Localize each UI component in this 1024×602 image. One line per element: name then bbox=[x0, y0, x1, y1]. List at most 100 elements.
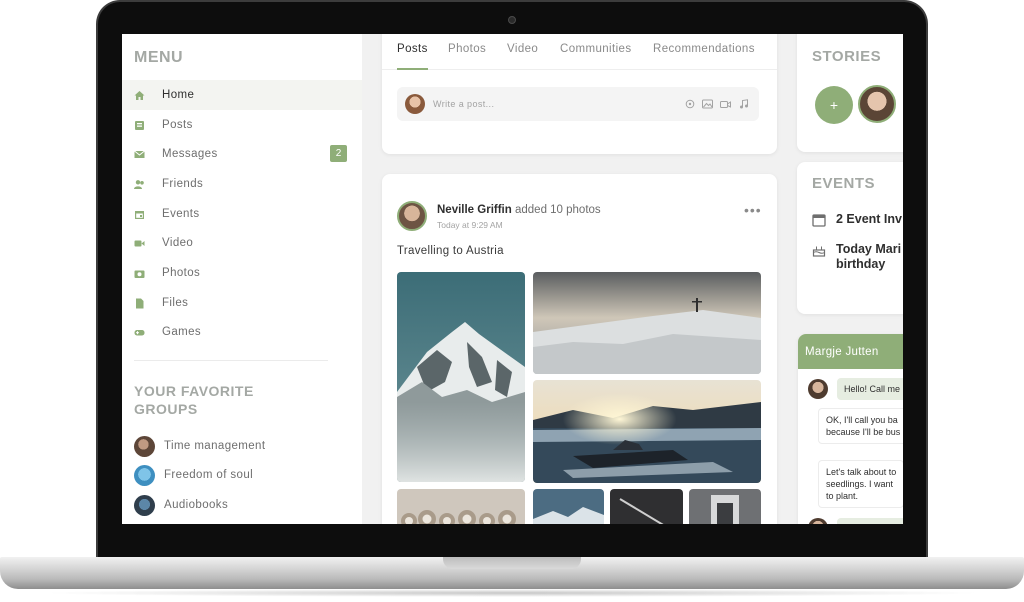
event-text-line: birthday bbox=[836, 257, 886, 271]
post-photo[interactable] bbox=[397, 489, 525, 524]
sidebar-item-label: Events bbox=[162, 208, 200, 220]
laptop-shadow bbox=[40, 589, 984, 597]
sidebar-item-label: Video bbox=[162, 237, 194, 249]
composer-tools bbox=[684, 99, 749, 110]
author-name[interactable]: Neville Griffin bbox=[437, 204, 512, 216]
mail-icon bbox=[134, 149, 145, 160]
groups-title: YOUR FAVORITE GROUPS bbox=[134, 383, 254, 417]
message-line: Let's talk about to bbox=[826, 467, 897, 477]
group-label: Audiobooks bbox=[164, 499, 229, 511]
video-camera-icon[interactable] bbox=[720, 99, 731, 110]
post-composer[interactable]: Write a post... bbox=[397, 87, 759, 121]
tab-communities[interactable]: Communities bbox=[560, 34, 632, 70]
post-author: Neville Griffin added 10 photos bbox=[437, 204, 601, 216]
tab-posts[interactable]: Posts bbox=[397, 34, 428, 70]
sidebar-item-label: Photos bbox=[162, 267, 201, 279]
sidebar-item-label: Messages bbox=[162, 148, 218, 160]
post-photo[interactable] bbox=[533, 272, 761, 374]
menu-title: MENU bbox=[134, 49, 184, 66]
stories-title: STORIES bbox=[812, 48, 882, 65]
message-line: to plant. bbox=[826, 491, 859, 501]
post-photo[interactable] bbox=[610, 489, 683, 524]
sidebar-item-files[interactable]: Files bbox=[122, 288, 362, 318]
avatar bbox=[405, 94, 425, 114]
post-photo[interactable] bbox=[533, 489, 604, 524]
location-icon[interactable] bbox=[684, 99, 695, 110]
events-card: EVENTS 2 Event Inv Today Mari birthday bbox=[797, 162, 903, 314]
video-icon bbox=[134, 238, 145, 249]
app-screen: MENU Home Posts Messages 2 Friends Event… bbox=[122, 34, 903, 524]
sidebar-item-games[interactable]: Games bbox=[122, 317, 362, 347]
gamepad-icon bbox=[134, 327, 145, 338]
message-line: Hello! Call me bbox=[844, 384, 901, 394]
friends-icon bbox=[134, 179, 145, 190]
group-avatar bbox=[134, 435, 155, 457]
sidebar-item-photos[interactable]: Photos bbox=[122, 258, 362, 288]
tab-photos[interactable]: Photos bbox=[448, 34, 486, 70]
unread-badge: 2 bbox=[330, 145, 347, 162]
chat-message-partial bbox=[837, 518, 903, 524]
laptop-notch bbox=[443, 557, 581, 569]
post-photo[interactable] bbox=[533, 380, 761, 483]
group-avatar bbox=[134, 494, 155, 516]
tab-recommendations[interactable]: Recommendations bbox=[653, 34, 755, 70]
chat-message: Let's talk about to seedlings. I want to… bbox=[818, 460, 903, 508]
file-icon bbox=[134, 298, 145, 309]
message-line: OK, I'll call you ba bbox=[826, 415, 898, 425]
music-icon[interactable] bbox=[738, 99, 749, 110]
message-line: seedlings. I want bbox=[826, 479, 894, 489]
sidebar-item-events[interactable]: Events bbox=[122, 199, 362, 229]
sidebar-item-video[interactable]: Video bbox=[122, 228, 362, 258]
group-item-time-management[interactable]: Time management bbox=[134, 435, 265, 457]
post-text: Travelling to Austria bbox=[397, 245, 504, 257]
tab-video[interactable]: Video bbox=[507, 34, 538, 70]
camera-icon bbox=[508, 16, 516, 24]
camera-icon bbox=[134, 268, 145, 279]
post-action: added 10 photos bbox=[514, 204, 601, 216]
post-photo[interactable] bbox=[689, 489, 761, 524]
posts-icon bbox=[134, 120, 145, 131]
post-card: Neville Griffin added 10 photos Today at… bbox=[382, 174, 777, 524]
add-story-button[interactable]: + bbox=[815, 86, 853, 124]
sidebar-item-friends[interactable]: Friends bbox=[122, 169, 362, 199]
chat-window: Margje Jutten Hello! Call me OK, I'll ca… bbox=[798, 334, 903, 524]
group-label: Freedom of soul bbox=[164, 469, 254, 481]
event-item[interactable]: Today Mari birthday bbox=[812, 242, 901, 272]
avatar bbox=[808, 518, 828, 524]
sidebar-item-label: Files bbox=[162, 297, 189, 309]
event-text: 2 Event Inv bbox=[836, 212, 902, 226]
story-avatar[interactable] bbox=[858, 85, 896, 123]
post-input[interactable]: Write a post... bbox=[433, 99, 684, 109]
event-text: Today Mari birthday bbox=[836, 242, 901, 272]
sidebar-item-label: Friends bbox=[162, 178, 204, 190]
post-timestamp: Today at 9:29 AM bbox=[437, 220, 503, 230]
more-options-icon[interactable]: ••• bbox=[744, 202, 762, 218]
sidebar-item-label: Games bbox=[162, 326, 202, 338]
sidebar-item-label: Posts bbox=[162, 119, 193, 131]
event-text-line: Today Mari bbox=[836, 242, 902, 256]
message-line: because I'll be bus bbox=[826, 427, 901, 437]
events-title: EVENTS bbox=[812, 175, 876, 192]
event-item[interactable]: 2 Event Inv bbox=[812, 212, 902, 227]
group-item-audiobooks[interactable]: Audiobooks bbox=[134, 494, 228, 516]
calendar-icon bbox=[812, 213, 826, 227]
menu-divider bbox=[134, 360, 328, 361]
image-icon[interactable] bbox=[702, 99, 713, 110]
sidebar-item-posts[interactable]: Posts bbox=[122, 110, 362, 140]
avatar bbox=[808, 379, 828, 399]
cake-icon bbox=[812, 243, 826, 257]
chat-message: OK, I'll call you ba because I'll be bus bbox=[818, 408, 903, 444]
avatar[interactable] bbox=[397, 201, 427, 231]
sidebar-menu: MENU Home Posts Messages 2 Friends Event… bbox=[122, 34, 362, 524]
sidebar-item-label: Home bbox=[162, 89, 195, 101]
post-photo[interactable] bbox=[397, 272, 525, 482]
sidebar-item-messages[interactable]: Messages 2 bbox=[122, 139, 362, 169]
group-label: Time management bbox=[164, 440, 266, 452]
home-icon bbox=[134, 90, 145, 101]
stories-card: STORIES + bbox=[797, 34, 903, 152]
group-item-freedom-of-soul[interactable]: Freedom of soul bbox=[134, 464, 253, 486]
chat-contact-name[interactable]: Margje Jutten bbox=[798, 334, 903, 369]
composer-card: Posts Photos Video Communities Recommend… bbox=[382, 34, 777, 154]
group-avatar bbox=[134, 464, 155, 486]
sidebar-item-home[interactable]: Home bbox=[122, 80, 362, 110]
